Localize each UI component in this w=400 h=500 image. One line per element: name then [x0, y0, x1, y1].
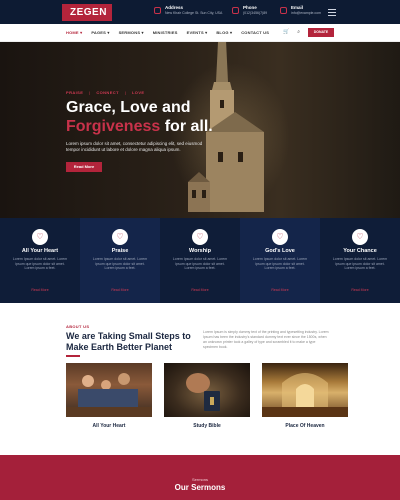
nav-item-home[interactable]: HOME ▾: [66, 30, 82, 35]
feature-title: God's Love: [265, 248, 295, 254]
cathedral-photo: [262, 363, 348, 417]
brand-logo[interactable]: ZEGEN: [62, 4, 112, 34]
feature-card[interactable]: ♡ Worship Lorem Ipsum dolor sit amet. Lo…: [160, 218, 240, 303]
about-card[interactable]: Study Bible: [164, 363, 250, 429]
about-title: We are Taking Small Steps to Make Earth …: [66, 331, 191, 352]
about-tag: ABOUT US: [66, 324, 90, 329]
feature-card[interactable]: ♡ Your Chance Lorem Ipsum dolor sit amet…: [320, 218, 400, 303]
family-photo: [66, 363, 152, 417]
feature-text: Lorem Ipsum dolor sit amet. Lorem ipsum …: [12, 257, 68, 270]
feature-text: Lorem Ipsum dolor sit amet. Lorem ipsum …: [172, 257, 228, 270]
menu-icon[interactable]: [328, 9, 336, 18]
phone-info: Phone (012)3456(7)89: [232, 5, 267, 16]
sermons-title: Our Sermons: [174, 483, 226, 492]
card-caption: Place Of Heaven: [285, 423, 325, 429]
card-caption: All Your Heart: [92, 423, 126, 429]
sermons-tag: Sermons: [191, 477, 208, 482]
features-strip: ♡ All Your Heart Lorem Ipsum dolor sit a…: [0, 218, 400, 303]
nav-item-ministries[interactable]: MINISTRIES: [153, 30, 178, 35]
card-caption: Study Bible: [193, 423, 221, 429]
location-icon: [154, 7, 161, 14]
donate-button[interactable]: DONATE: [308, 28, 334, 37]
address-value: New Khair College St. Sun City, USA: [165, 11, 223, 15]
nav-item-events[interactable]: EVENTS ▾: [187, 30, 208, 35]
about-card[interactable]: All Your Heart: [66, 363, 152, 429]
feature-read-more-link[interactable]: Read More: [320, 288, 400, 292]
feature-title: Worship: [189, 248, 211, 254]
bible-photo: [164, 363, 250, 417]
address-info: Address New Khair College St. Sun City, …: [154, 5, 222, 16]
search-icon[interactable]: ⌕: [297, 29, 300, 35]
nav-item-contact[interactable]: CONTACT US: [241, 30, 269, 35]
feature-text: Lorem Ipsum dolor sit amet. Lorem ipsum …: [252, 257, 308, 270]
feature-card[interactable]: ♡ God's Love Lorem Ipsum dolor sit amet.…: [240, 218, 320, 303]
feature-card[interactable]: ♡ All Your Heart Lorem Ipsum dolor sit a…: [0, 218, 80, 303]
feature-read-more-link[interactable]: Read More: [0, 288, 80, 292]
about-text: Lorem Ipsum is simply dummy text of the …: [203, 330, 329, 349]
feature-read-more-link[interactable]: Read More: [80, 288, 160, 292]
heart-icon: ♡: [192, 229, 208, 245]
hero-read-more-button[interactable]: Read More: [66, 162, 102, 172]
about-cards: All Your Heart Study Bible Place Of Heav…: [66, 363, 348, 429]
nav-item-sermons[interactable]: SERMONS ▾: [119, 30, 144, 35]
main-navbar: HOME ▾ PAGES ▾ SERMONS ▾ MINISTRIES EVEN…: [0, 24, 400, 42]
title-divider: [66, 355, 80, 357]
email-info: Email info@example.com: [280, 5, 321, 16]
hero-tag-connect: CONNECT: [96, 90, 119, 95]
about-card[interactable]: Place Of Heaven: [262, 363, 348, 429]
feature-read-more-link[interactable]: Read More: [160, 288, 240, 292]
top-header: ZEGEN Address New Khair College St. Sun …: [0, 0, 400, 34]
hero-title: Grace, Love and Forgiveness for all.: [66, 99, 213, 135]
heart-icon: ♡: [352, 229, 368, 245]
hero-tags: PRAISE | CONNECT | LOVE: [66, 90, 145, 95]
feature-title: Your Chance: [343, 248, 377, 254]
phone-icon: [232, 7, 239, 14]
feature-text: Lorem Ipsum dolor sit amet. Lorem ipsum …: [92, 257, 148, 270]
feature-text: Lorem Ipsum dolor sit amet. Lorem ipsum …: [332, 257, 388, 270]
feature-read-more-link[interactable]: Read More: [240, 288, 320, 292]
nav-menu: HOME ▾ PAGES ▾ SERMONS ▾ MINISTRIES EVEN…: [66, 30, 269, 35]
feature-card[interactable]: ♡ Praise Lorem Ipsum dolor sit amet. Lor…: [80, 218, 160, 303]
feature-title: Praise: [111, 248, 129, 254]
hero-title-highlight: Forgiveness: [66, 118, 161, 135]
heart-icon: ♡: [32, 229, 48, 245]
heart-icon: ♡: [112, 229, 128, 245]
nav-item-pages[interactable]: PAGES ▾: [91, 30, 109, 35]
hero-tag-love: LOVE: [131, 90, 145, 95]
cart-icon[interactable]: 🛒: [283, 29, 289, 35]
mail-icon: [280, 7, 287, 14]
phone-value[interactable]: (012)3456(7)89: [243, 11, 267, 16]
heart-icon: ♡: [272, 229, 288, 245]
sermons-section: Sermons Our Sermons: [0, 455, 400, 500]
email-value[interactable]: info@example.com: [291, 11, 321, 16]
feature-title: All Your Heart: [21, 248, 59, 254]
hero-banner: PRAISE | CONNECT | LOVE Grace, Love and Fo…: [0, 42, 400, 218]
about-section: ABOUT US We are Taking Small Steps to Ma…: [0, 303, 400, 455]
nav-item-blog[interactable]: BLOG ▾: [216, 30, 232, 35]
hero-text: Lorem ipsum dolor sit amet, consectetur …: [66, 141, 203, 152]
hero-tag-praise: PRAISE: [66, 90, 84, 95]
